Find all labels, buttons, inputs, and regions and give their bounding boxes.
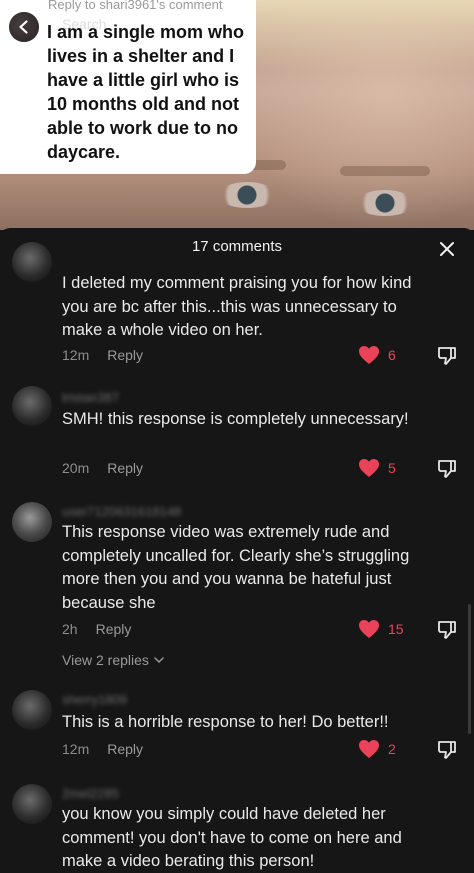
commenter-avatar[interactable] bbox=[12, 690, 52, 730]
video-brow-right bbox=[340, 166, 430, 176]
heart-filled-icon bbox=[359, 459, 379, 477]
like-button[interactable]: 5 bbox=[358, 458, 396, 478]
video-eye-left bbox=[218, 182, 276, 208]
dislike-icon[interactable] bbox=[436, 619, 458, 641]
reply-button[interactable]: Reply bbox=[96, 621, 132, 637]
comment-meta: 2h Reply bbox=[62, 621, 131, 637]
comment-time: 12m bbox=[62, 347, 90, 363]
comment-text: I deleted my comment praising you for ho… bbox=[62, 274, 412, 339]
chevron-down-icon bbox=[154, 657, 164, 664]
dislike-icon[interactable] bbox=[436, 739, 458, 761]
reply-header: Reply to shari3961's comment bbox=[48, 0, 223, 12]
video-eye-right bbox=[356, 190, 414, 216]
like-count: 2 bbox=[388, 741, 396, 757]
view-replies-label: View 2 replies bbox=[62, 652, 149, 668]
search-hint[interactable]: Search bbox=[62, 16, 106, 32]
heart-filled-icon bbox=[359, 620, 379, 638]
comment-time: 2h bbox=[62, 621, 78, 637]
like-count: 6 bbox=[388, 347, 396, 363]
dislike-icon[interactable] bbox=[436, 345, 458, 367]
close-icon bbox=[440, 242, 454, 256]
reply-button[interactable]: Reply bbox=[107, 741, 143, 757]
reply-button[interactable]: Reply bbox=[107, 347, 143, 363]
comment-username[interactable]: user7120631618148 bbox=[62, 504, 181, 519]
comment-text: This is a horrible response to her! Do b… bbox=[62, 713, 389, 731]
comment-text: SMH! this response is completely unneces… bbox=[62, 410, 409, 428]
comment-text: This response video was extremely rude a… bbox=[62, 523, 410, 612]
heart-filled-icon bbox=[359, 740, 379, 758]
comment-time: 20m bbox=[62, 460, 90, 476]
video-hair bbox=[220, 0, 474, 70]
close-button[interactable] bbox=[434, 236, 460, 262]
reply-button[interactable]: Reply bbox=[107, 460, 143, 476]
comment-username[interactable]: sherry1809 bbox=[62, 692, 127, 707]
like-count: 15 bbox=[388, 621, 404, 637]
comment-username[interactable]: 2mel2285 bbox=[62, 786, 119, 801]
reply-comment-text: I am a single mom who lives in a shelter… bbox=[47, 22, 245, 162]
commenter-avatar[interactable] bbox=[12, 242, 52, 282]
video-background[interactable]: Reply to shari3961's comment I am a sing… bbox=[0, 0, 474, 230]
like-count: 5 bbox=[388, 460, 396, 476]
comment-meta: 12m Reply bbox=[62, 741, 143, 757]
commenter-avatar[interactable] bbox=[12, 386, 52, 426]
heart-filled-icon bbox=[359, 346, 379, 364]
comment-meta: 20m Reply bbox=[62, 460, 143, 476]
comment-username[interactable]: tristan387 bbox=[62, 390, 119, 405]
view-replies-button[interactable]: View 2 replies bbox=[62, 652, 165, 668]
like-button[interactable]: 2 bbox=[358, 739, 396, 759]
commenter-avatar[interactable] bbox=[12, 502, 52, 542]
comment-time: 12m bbox=[62, 741, 90, 757]
comment-text: you know you simply could have deleted h… bbox=[62, 805, 402, 870]
like-button[interactable]: 6 bbox=[358, 345, 396, 365]
comments-count-title: 17 comments bbox=[191, 238, 283, 255]
commenter-avatar[interactable] bbox=[12, 784, 52, 824]
comment-meta: 12m Reply bbox=[62, 347, 143, 363]
back-button[interactable] bbox=[9, 12, 39, 42]
scrollbar[interactable] bbox=[468, 604, 471, 734]
like-button[interactable]: 15 bbox=[358, 619, 404, 639]
dislike-icon[interactable] bbox=[436, 458, 458, 480]
chevron-left-icon bbox=[19, 20, 28, 34]
comments-sheet: 17 comments I deleted my comment praisin… bbox=[0, 228, 474, 873]
